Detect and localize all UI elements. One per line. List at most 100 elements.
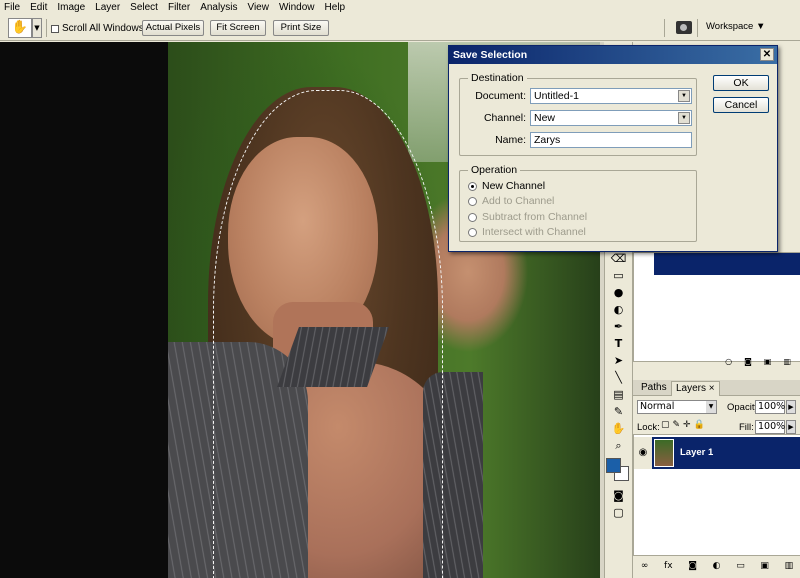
destination-group: Destination Document: Untitled-1 ▼ Chann… [459,72,697,156]
fill-slider-arrow[interactable]: ▶ [786,420,796,434]
chevron-down-icon[interactable]: ▼ [678,112,690,124]
layer-thumbnail [654,439,674,467]
divider [664,19,665,37]
group-icon[interactable]: ▭ [736,561,745,571]
radio-intersect-with-channel: Intersect with Channel [468,226,586,238]
dodge-tool-icon[interactable]: ◐ [609,302,629,318]
menu-select[interactable]: Select [130,2,158,13]
name-field[interactable]: Zarys [530,132,692,148]
radio-dot [468,227,477,237]
tab-layers[interactable]: Layers × [671,381,720,396]
chevron-down-icon[interactable]: ▼ [678,90,690,102]
tab-layers-label: Layers [676,383,707,394]
lock-label: Lock: [637,422,660,433]
menu-file[interactable]: File [4,2,20,13]
zoom-tool-icon[interactable]: ⌕ [609,438,629,454]
adjustment-layer-icon[interactable]: ◐ [713,561,721,571]
layer-mask-icon[interactable]: ◙ [688,561,697,571]
selection-marquee [213,90,443,578]
actual-pixels-button[interactable]: Actual Pixels [142,20,204,36]
operation-group: Operation New Channel Add to Channel Sub… [459,164,697,242]
close-icon[interactable]: ✕ [760,48,774,61]
save-selection-dialog: Save Selection ✕ Destination Document: U… [448,45,778,252]
radio-add-to-channel: Add to Channel [468,195,554,207]
workspace-menu[interactable]: Workspace ▼ [706,21,765,32]
checkbox-box[interactable] [51,24,59,33]
menu-image[interactable]: Image [57,2,85,13]
notes-tool-icon[interactable]: ▤ [609,387,629,403]
load-channel-icon[interactable]: ○ [725,357,732,369]
new-layer-icon[interactable]: ▣ [760,561,769,571]
eye-icon[interactable]: ◉ [634,437,652,469]
save-selection-icon[interactable]: ◙ [744,357,752,369]
menu-layer[interactable]: Layer [95,2,120,13]
channel-select[interactable]: New ▼ [530,110,692,126]
ok-button[interactable]: OK [713,75,769,91]
gradient-tool-icon[interactable]: ▭ [609,268,629,284]
link-layers-icon[interactable]: ∞ [641,561,649,571]
blend-mode-select[interactable]: Normal ▼ [637,400,717,414]
color-swatches[interactable] [605,458,632,484]
dialog-title: Save Selection [453,49,528,61]
cancel-button[interactable]: Cancel [713,97,769,113]
radio-subtract-from-channel: Subtract from Channel [468,211,587,223]
opacity-field[interactable]: 100% [755,400,785,414]
shape-tool-icon[interactable]: ╲ [609,370,629,386]
quick-mask-icon[interactable]: ◙ [609,488,629,504]
menu-edit[interactable]: Edit [30,2,47,13]
document-value: Untitled-1 [534,90,579,102]
scroll-all-windows-label: Scroll All Windows [62,23,144,34]
channel-label: Channel: [483,112,526,124]
radio-dot[interactable] [468,181,477,191]
scroll-all-windows-checkbox[interactable]: Scroll All Windows [51,23,144,34]
fill-field[interactable]: 100% [755,420,785,434]
channels-panel [633,252,800,362]
eraser-tool-icon[interactable]: ⌫ [609,251,629,267]
close-icon[interactable]: × [709,383,715,394]
screen-mode-icon[interactable]: ▢ [609,505,629,521]
menu-window[interactable]: Window [279,2,315,13]
layer-row[interactable]: ◉ Layer 1 [634,437,800,469]
channel-row-selected[interactable] [654,253,800,275]
name-label: Name: [495,134,526,146]
opacity-slider-arrow[interactable]: ▶ [786,400,796,414]
radio-new-channel[interactable]: New Channel [468,180,545,192]
fit-screen-button[interactable]: Fit Screen [210,20,266,36]
new-channel-icon[interactable]: ▣ [764,357,772,369]
tool-preset-dropdown[interactable]: ▼ [32,18,42,38]
layers-list: ◉ Layer 1 [633,434,800,556]
radio-dot [468,212,477,222]
document-label: Document: [475,90,526,102]
hand-tool-icon[interactable]: ✋ [609,421,629,437]
fill-label: Fill: [739,422,754,433]
menu-view[interactable]: View [247,2,269,13]
foreground-color-swatch[interactable] [605,458,621,473]
document-select[interactable]: Untitled-1 ▼ [530,88,692,104]
menu-filter[interactable]: Filter [168,2,190,13]
operation-title: Operation [468,164,521,176]
print-size-button[interactable]: Print Size [273,20,329,36]
radio-dot [468,196,477,206]
delete-layer-icon[interactable]: ▥ [785,561,794,571]
eyedropper-tool-icon[interactable]: ✎ [609,404,629,420]
menu-help[interactable]: Help [325,2,346,13]
layer-style-icon[interactable]: fx [664,561,673,571]
layers-footer: ∞ fx ◙ ◐ ▭ ▣ ▥ [633,557,800,575]
document-icon[interactable] [676,21,692,34]
layers-tabs: Paths Layers × [633,380,800,396]
chevron-down-icon[interactable]: ▼ [706,401,716,413]
hand-tool-icon[interactable]: ✋ [8,18,32,38]
type-tool-icon[interactable]: T [609,336,629,352]
delete-channel-icon[interactable]: ▥ [783,357,791,369]
radio-label: Add to Channel [482,195,555,207]
menu-bar: File Edit Image Layer Select Filter Anal… [0,0,800,15]
blur-tool-icon[interactable]: ● [609,285,629,301]
divider [697,19,698,37]
lock-icons[interactable]: ▢✎✛🔒 [661,420,708,430]
radio-label: Intersect with Channel [482,226,586,238]
tab-paths[interactable]: Paths [637,381,671,396]
path-selection-tool-icon[interactable]: ➤ [609,353,629,369]
pen-tool-icon[interactable]: ✒ [609,319,629,335]
channels-footer: ○ ◙ ▣ ▥ [633,357,800,369]
menu-analysis[interactable]: Analysis [200,2,237,13]
